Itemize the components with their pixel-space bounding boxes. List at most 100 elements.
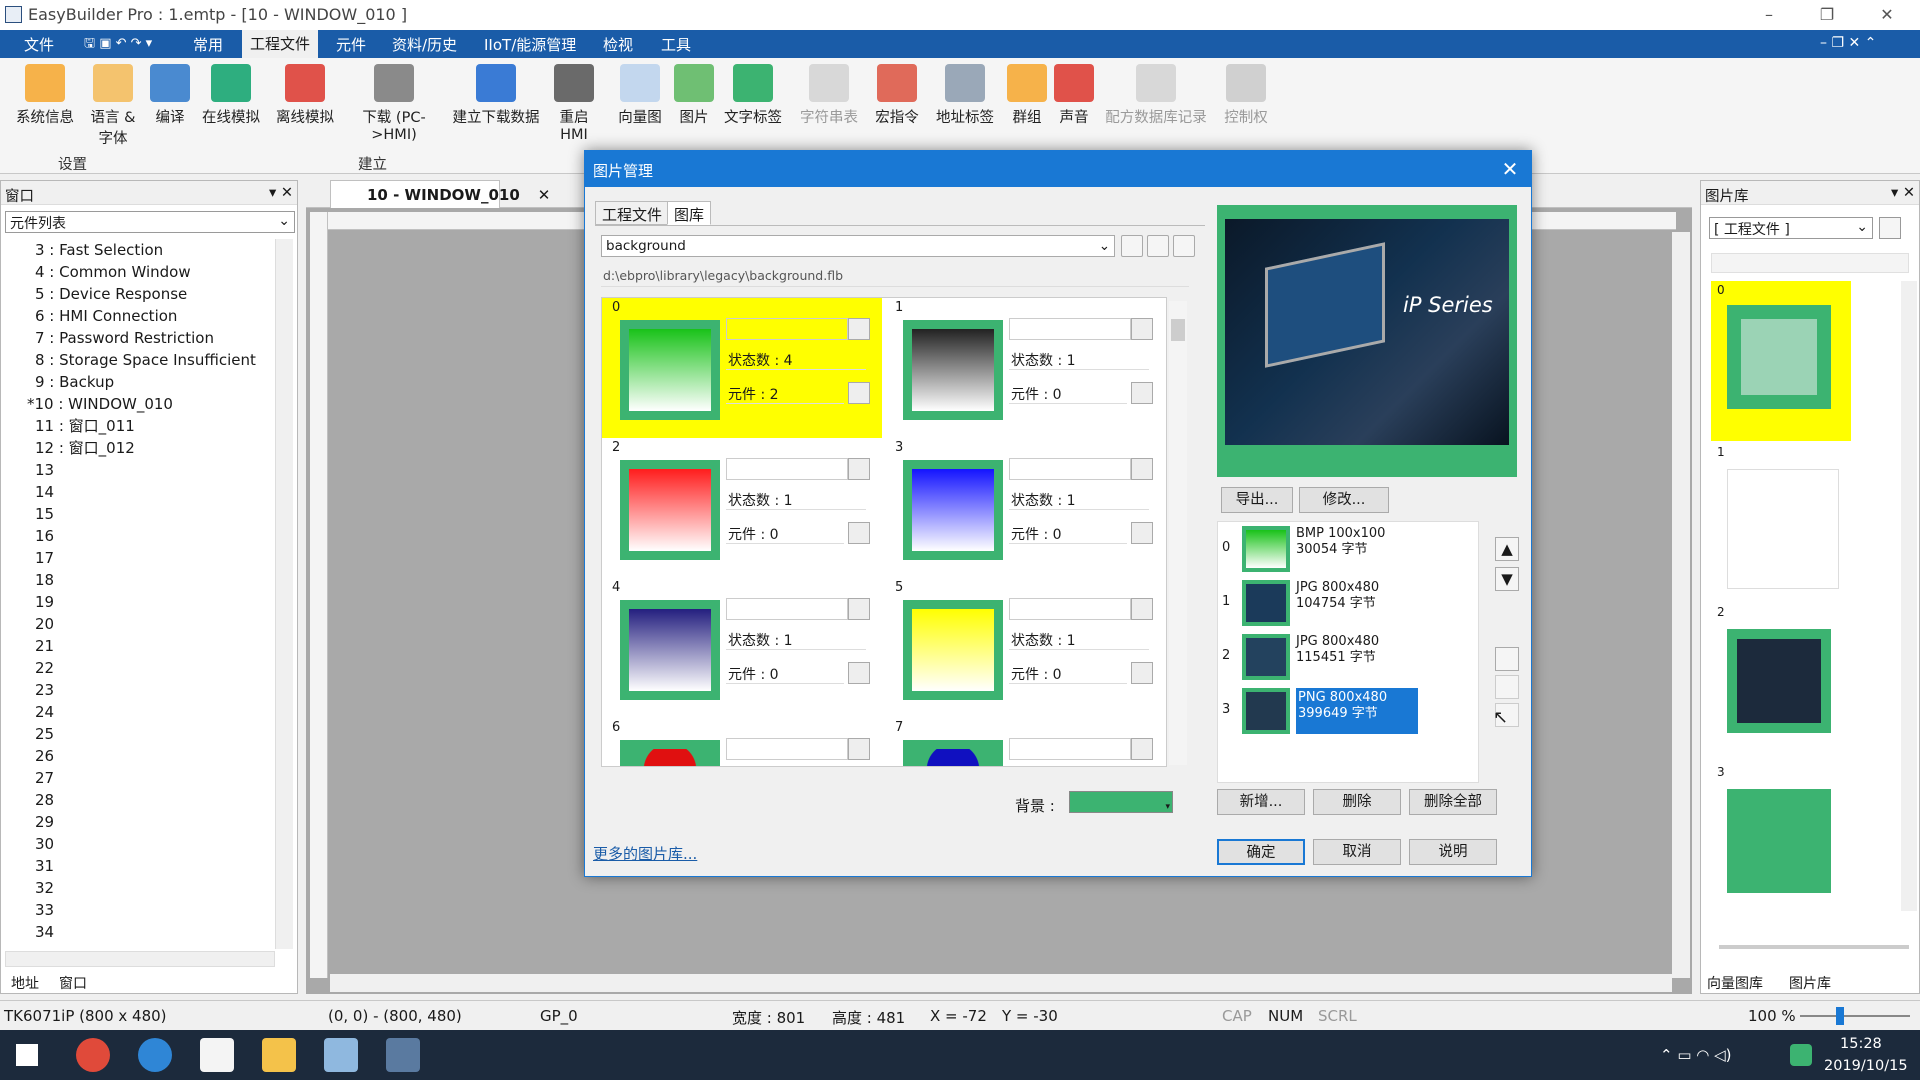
thumb-size-slider[interactable] — [1719, 945, 1909, 949]
library-item-0[interactable]: 0 — [1711, 281, 1851, 441]
download-button[interactable]: 下载 (PC->HMI) — [356, 64, 432, 143]
picture-cell[interactable]: 1 状态数 : 1 元件 : 0 — [885, 298, 1165, 438]
tree-item[interactable]: 32 — [5, 877, 275, 899]
zoom-slider-thumb[interactable] — [1836, 1007, 1844, 1025]
add-button[interactable]: 新增... — [1217, 789, 1305, 815]
pencil-icon[interactable] — [848, 598, 870, 620]
picture-name-field[interactable] — [1009, 738, 1131, 760]
dialog-close-icon[interactable]: ✕ — [1495, 155, 1525, 183]
tree-item[interactable]: 19 — [5, 591, 275, 613]
tree-item[interactable]: *10 : WINDOW_010 — [5, 393, 275, 415]
tree-item[interactable]: 29 — [5, 811, 275, 833]
tree-item[interactable]: 21 — [5, 635, 275, 657]
build-download-data-button[interactable]: 建立下载数据 — [448, 64, 544, 127]
file-row[interactable]: 2 JPG 800x480 115451 字节 — [1218, 630, 1428, 684]
tree-item[interactable]: 14 — [5, 481, 275, 503]
heart-icon[interactable] — [1131, 382, 1153, 404]
picture-cell[interactable]: 7 — [885, 718, 1165, 766]
tree-vertical-scrollbar[interactable] — [275, 239, 293, 949]
compile-button[interactable]: 编译 — [146, 64, 194, 127]
tree-item[interactable]: 12 : 窗口_012 — [5, 437, 275, 459]
library-item-3[interactable]: 3 — [1711, 763, 1851, 903]
menu-objects[interactable]: 元件 — [336, 34, 366, 55]
canvas-horizontal-scrollbar[interactable] — [330, 974, 1672, 992]
picture-cell[interactable]: 0 状态数 : 4 元件 : 2 — [602, 298, 882, 438]
tab-window-010[interactable]: 10 - WINDOW_010 ✕ — [330, 180, 550, 208]
picture-cell[interactable]: 5 状态数 : 1 元件 : 0 — [885, 578, 1165, 718]
tree-item[interactable]: 20 — [5, 613, 275, 635]
tree-item[interactable]: 18 — [5, 569, 275, 591]
easybuilder-icon[interactable] — [386, 1038, 420, 1072]
search-icon[interactable] — [1879, 217, 1901, 239]
tree-horizontal-scrollbar[interactable] — [5, 951, 275, 967]
delete-all-button[interactable]: 删除全部 — [1409, 789, 1497, 815]
tree-item[interactable]: 6 : HMI Connection — [5, 305, 275, 327]
tree-item[interactable]: 23 — [5, 679, 275, 701]
file-row[interactable]: 0 BMP 100x100 30054 字节 — [1218, 522, 1428, 576]
element-list-select[interactable]: 元件列表 ⌄ — [5, 211, 295, 233]
zoom-slider[interactable] — [1800, 1015, 1910, 1017]
windows-start-icon[interactable] — [16, 1044, 38, 1066]
picture-source-select[interactable]: [ 工程文件 ] ⌄ — [1709, 217, 1873, 239]
picture-name-field[interactable] — [1009, 458, 1131, 480]
picture-name-field[interactable] — [726, 318, 848, 340]
language-font-button[interactable]: 语言 & 字体 — [82, 64, 144, 148]
minimize-button[interactable]: – — [1746, 0, 1792, 30]
picture-name-field[interactable] — [1009, 598, 1131, 620]
tab-address[interactable]: 地址 — [11, 973, 39, 993]
mdi-controls[interactable]: – ❐ ✕ ⌃ — [1820, 35, 1876, 51]
heart-icon[interactable] — [848, 382, 870, 404]
tree-item[interactable]: 15 — [5, 503, 275, 525]
heart-icon[interactable] — [848, 662, 870, 684]
tree-item[interactable]: 11 : 窗口_011 — [5, 415, 275, 437]
menu-project[interactable]: 工程文件 — [242, 30, 319, 58]
menu-view[interactable]: 检视 — [603, 34, 633, 55]
tab-vector-library[interactable]: 向量图库 — [1707, 973, 1763, 993]
library-select[interactable]: background ⌄ — [601, 235, 1115, 257]
move-up-button[interactable]: ▲ — [1495, 537, 1519, 561]
panel-close-icon[interactable]: ▾ ✕ — [269, 185, 293, 201]
close-button[interactable]: ✕ — [1864, 0, 1910, 30]
folder-icon[interactable] — [262, 1038, 296, 1072]
background-color-picker[interactable]: ▾ — [1069, 791, 1173, 813]
file-row[interactable]: 1 JPG 800x480 104754 字节 — [1218, 576, 1428, 630]
picture-button[interactable]: 图片 — [672, 64, 716, 127]
pencil-icon[interactable] — [848, 458, 870, 480]
pencil-icon[interactable] — [848, 318, 870, 340]
library-scrollbar[interactable] — [1901, 281, 1917, 911]
cancel-button[interactable]: 取消 — [1313, 839, 1401, 865]
quick-access-toolbar[interactable]: 🖫 ▣ ↶ ↷ ▾ — [84, 34, 152, 56]
tree-item[interactable]: 31 — [5, 855, 275, 877]
notes-icon[interactable] — [200, 1038, 234, 1072]
library-item-1[interactable]: 1 — [1711, 443, 1851, 599]
tree-item[interactable]: 5 : Device Response — [5, 283, 275, 305]
copy-icon[interactable] — [1495, 647, 1519, 671]
tree-item[interactable]: 16 — [5, 525, 275, 547]
modify-button[interactable]: 修改... — [1299, 487, 1389, 513]
tree-item[interactable]: 28 — [5, 789, 275, 811]
menu-tools[interactable]: 工具 — [661, 34, 691, 55]
tree-item[interactable]: 26 — [5, 745, 275, 767]
restore-button[interactable]: ❐ — [1804, 0, 1850, 30]
tray-icons[interactable]: ⌃ ▭ ◠ ◁) — [1660, 1046, 1732, 1064]
chrome-icon[interactable] — [76, 1038, 110, 1072]
heart-icon[interactable] — [848, 522, 870, 544]
picture-name-field[interactable] — [726, 598, 848, 620]
macro-button[interactable]: 宏指令 — [872, 64, 922, 127]
tab-project-files[interactable]: 工程文件 — [595, 201, 670, 225]
string-table-button[interactable]: 字符串表 — [796, 64, 862, 127]
restart-hmi-button[interactable]: 重启 HMI — [548, 64, 600, 143]
grid-scrollbar[interactable] — [1169, 301, 1187, 765]
filter-input[interactable] — [1711, 253, 1909, 273]
tree-item[interactable]: 33 — [5, 899, 275, 921]
picture-cell[interactable]: 4 状态数 : 1 元件 : 0 — [602, 578, 882, 718]
recipe-db-button[interactable]: 配方数据库记录 — [1100, 64, 1212, 127]
app-icon[interactable] — [324, 1038, 358, 1072]
pencil-icon[interactable] — [1131, 318, 1153, 340]
menu-data-history[interactable]: 资料/历史 — [392, 34, 457, 55]
tree-item[interactable]: 34 — [5, 921, 275, 943]
delete-button[interactable]: 删除 — [1313, 789, 1401, 815]
tree-item[interactable]: 8 : Storage Space Insufficient — [5, 349, 275, 371]
pencil-icon[interactable] — [848, 738, 870, 760]
picture-cell[interactable]: 6 — [602, 718, 882, 766]
